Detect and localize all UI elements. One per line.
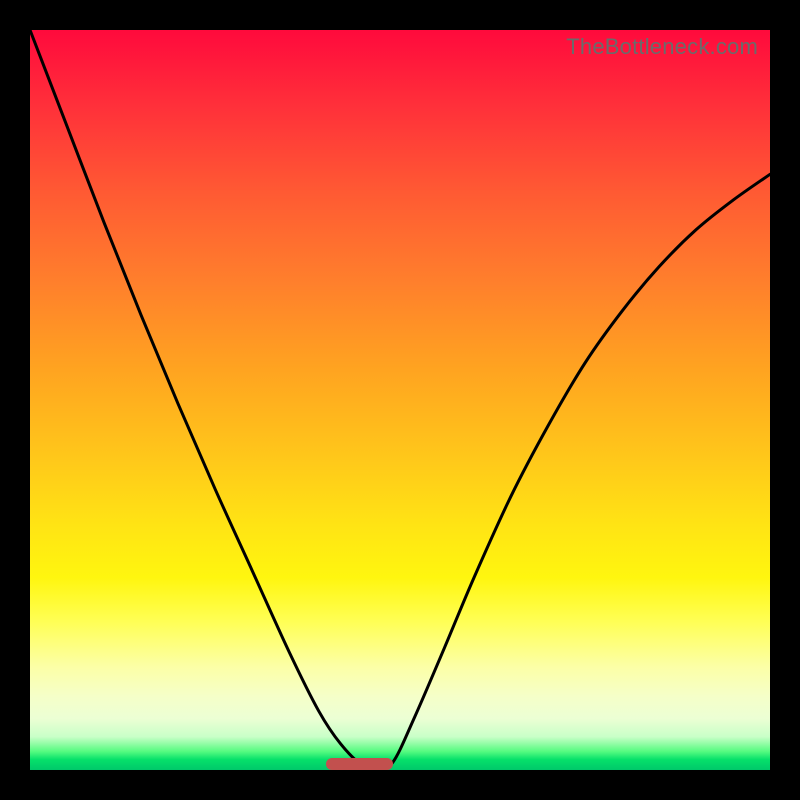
curve-path: [30, 30, 770, 767]
optimal-zone-marker: [326, 758, 393, 770]
bottleneck-curve: [30, 30, 770, 770]
plot-area: TheBottleneck.com: [30, 30, 770, 770]
